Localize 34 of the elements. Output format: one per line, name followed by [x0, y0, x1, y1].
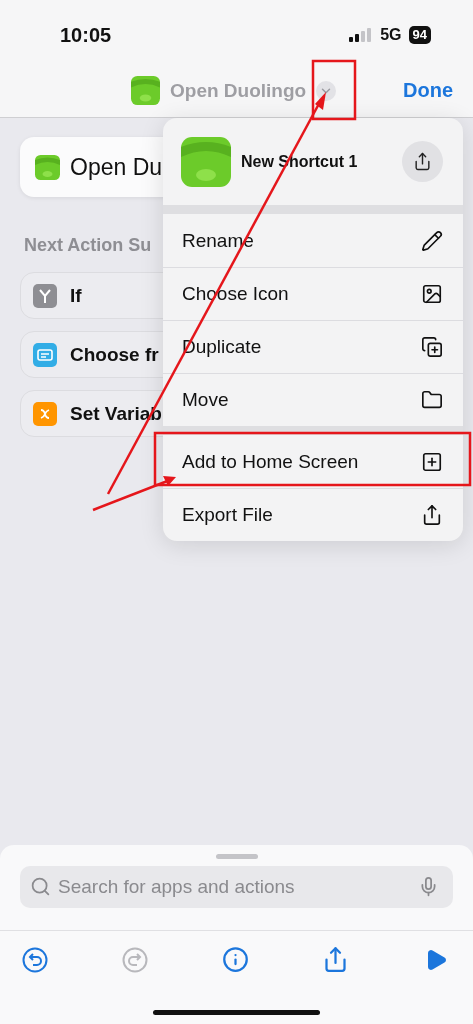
- action-label: Open Du: [70, 153, 163, 181]
- variable-icon: [33, 401, 57, 426]
- redo-icon: [122, 946, 149, 973]
- suggestion-label: Choose fr: [70, 343, 159, 366]
- app-icon: [131, 76, 160, 105]
- share-icon: [421, 504, 443, 526]
- highlight-frame: [311, 59, 357, 121]
- title-menu-button[interactable]: [316, 80, 337, 101]
- branch-icon: [33, 283, 57, 308]
- signal-icon: [349, 28, 374, 42]
- info-button[interactable]: [220, 944, 251, 975]
- search-icon: [30, 876, 51, 897]
- network-label: 5G: [380, 26, 402, 44]
- undo-icon: [22, 946, 48, 973]
- search-field[interactable]: Search for apps and actions: [20, 866, 453, 908]
- duplicate-icon: [421, 336, 443, 358]
- battery-level: 94: [408, 26, 431, 44]
- folder-icon: [421, 389, 443, 411]
- app-icon: [181, 136, 231, 187]
- done-button[interactable]: Done: [403, 79, 453, 102]
- shortcut-title: Open Duolingo: [170, 79, 307, 102]
- suggestion-label: If: [70, 284, 82, 307]
- menu-item[interactable]: Add to Home Screen: [163, 435, 463, 488]
- status-time: 10:05: [60, 23, 112, 47]
- menu-item[interactable]: Export File: [163, 488, 463, 541]
- list-icon: [33, 342, 57, 367]
- plus-square-icon: [421, 450, 443, 473]
- section-heading: Next Action Su: [24, 235, 152, 256]
- app-icon: [35, 154, 60, 180]
- pencil-icon: [421, 229, 443, 252]
- share-button[interactable]: [402, 141, 443, 182]
- info-icon: [222, 946, 249, 973]
- image-icon: [421, 283, 443, 305]
- share-icon: [413, 152, 432, 171]
